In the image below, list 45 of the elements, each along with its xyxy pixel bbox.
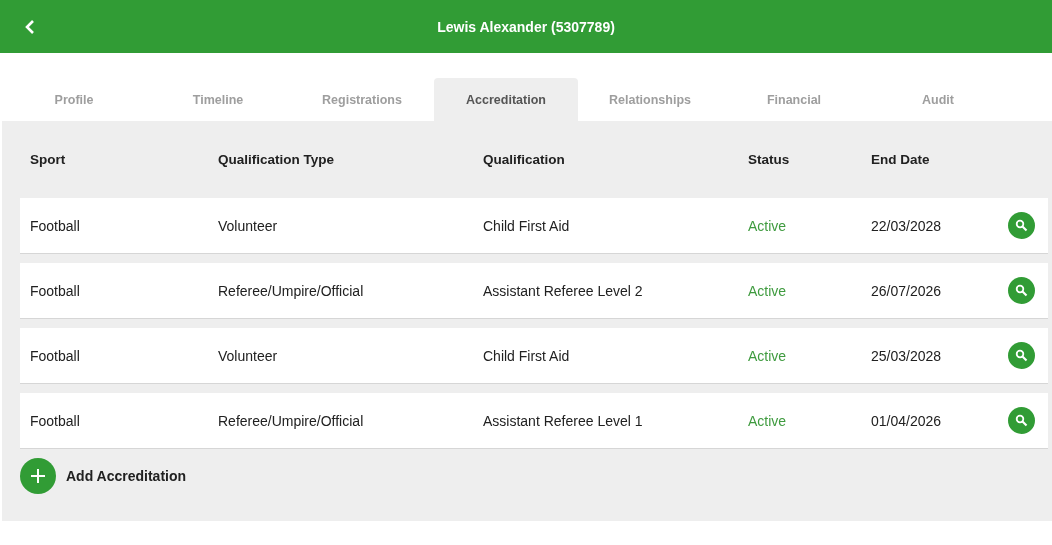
search-button[interactable] <box>1008 342 1035 369</box>
add-button[interactable] <box>20 458 56 494</box>
table-cell-text: Volunteer <box>218 347 279 364</box>
status-text: Active <box>748 282 788 299</box>
column-header: Qualification Type <box>218 152 335 167</box>
tab[interactable]: Profile <box>2 78 146 121</box>
column-header: End Date <box>871 152 931 167</box>
search-button[interactable] <box>1008 212 1035 239</box>
tab[interactable]: Accreditation <box>434 78 578 121</box>
tab[interactable]: Audit <box>866 78 1010 121</box>
table-cell-text: Referee/Umpire/Official <box>218 282 365 299</box>
table-cell-text: Referee/Umpire/Official <box>218 412 365 429</box>
status-text: Active <box>748 347 788 364</box>
table-cell-text: Football <box>30 217 81 234</box>
table-cell-text: Football <box>30 412 81 429</box>
plus-icon <box>30 468 46 484</box>
table-cell-text: 25/03/2028 <box>871 347 943 364</box>
column-header: Qualification <box>483 152 566 167</box>
add-accreditation-link[interactable]: Add Accreditation <box>66 468 187 484</box>
status-text: Active <box>748 412 788 429</box>
table-cell-text: 01/04/2026 <box>871 412 943 429</box>
search-icon <box>1015 414 1028 427</box>
table-cell-text: Football <box>30 347 81 364</box>
column-header: Status <box>748 152 791 167</box>
search-button[interactable] <box>1008 277 1035 304</box>
chevron-left-icon <box>24 19 36 35</box>
table-cell-text: Assistant Referee Level 1 <box>483 412 644 429</box>
tab[interactable]: Timeline <box>146 78 290 121</box>
search-button[interactable] <box>1008 407 1035 434</box>
tab[interactable]: Registrations <box>290 78 434 121</box>
table-cell-text: Volunteer <box>218 217 279 234</box>
column-header: Sport <box>30 152 67 167</box>
table-cell-text: Child First Aid <box>483 347 571 364</box>
table-cell-text: Football <box>30 282 81 299</box>
page-title: Lewis Alexander (5307789) <box>437 18 615 35</box>
table-cell-text: 26/07/2026 <box>871 282 943 299</box>
table-cell-text: 22/03/2028 <box>871 217 943 234</box>
search-icon <box>1015 349 1028 362</box>
table-cell-text: Child First Aid <box>483 217 571 234</box>
status-text: Active <box>748 217 788 234</box>
search-icon <box>1015 219 1028 232</box>
tab[interactable]: Financial <box>722 78 866 121</box>
search-icon <box>1015 284 1028 297</box>
table-cell-text: Assistant Referee Level 2 <box>483 282 644 299</box>
tab[interactable]: Relationships <box>578 78 722 121</box>
